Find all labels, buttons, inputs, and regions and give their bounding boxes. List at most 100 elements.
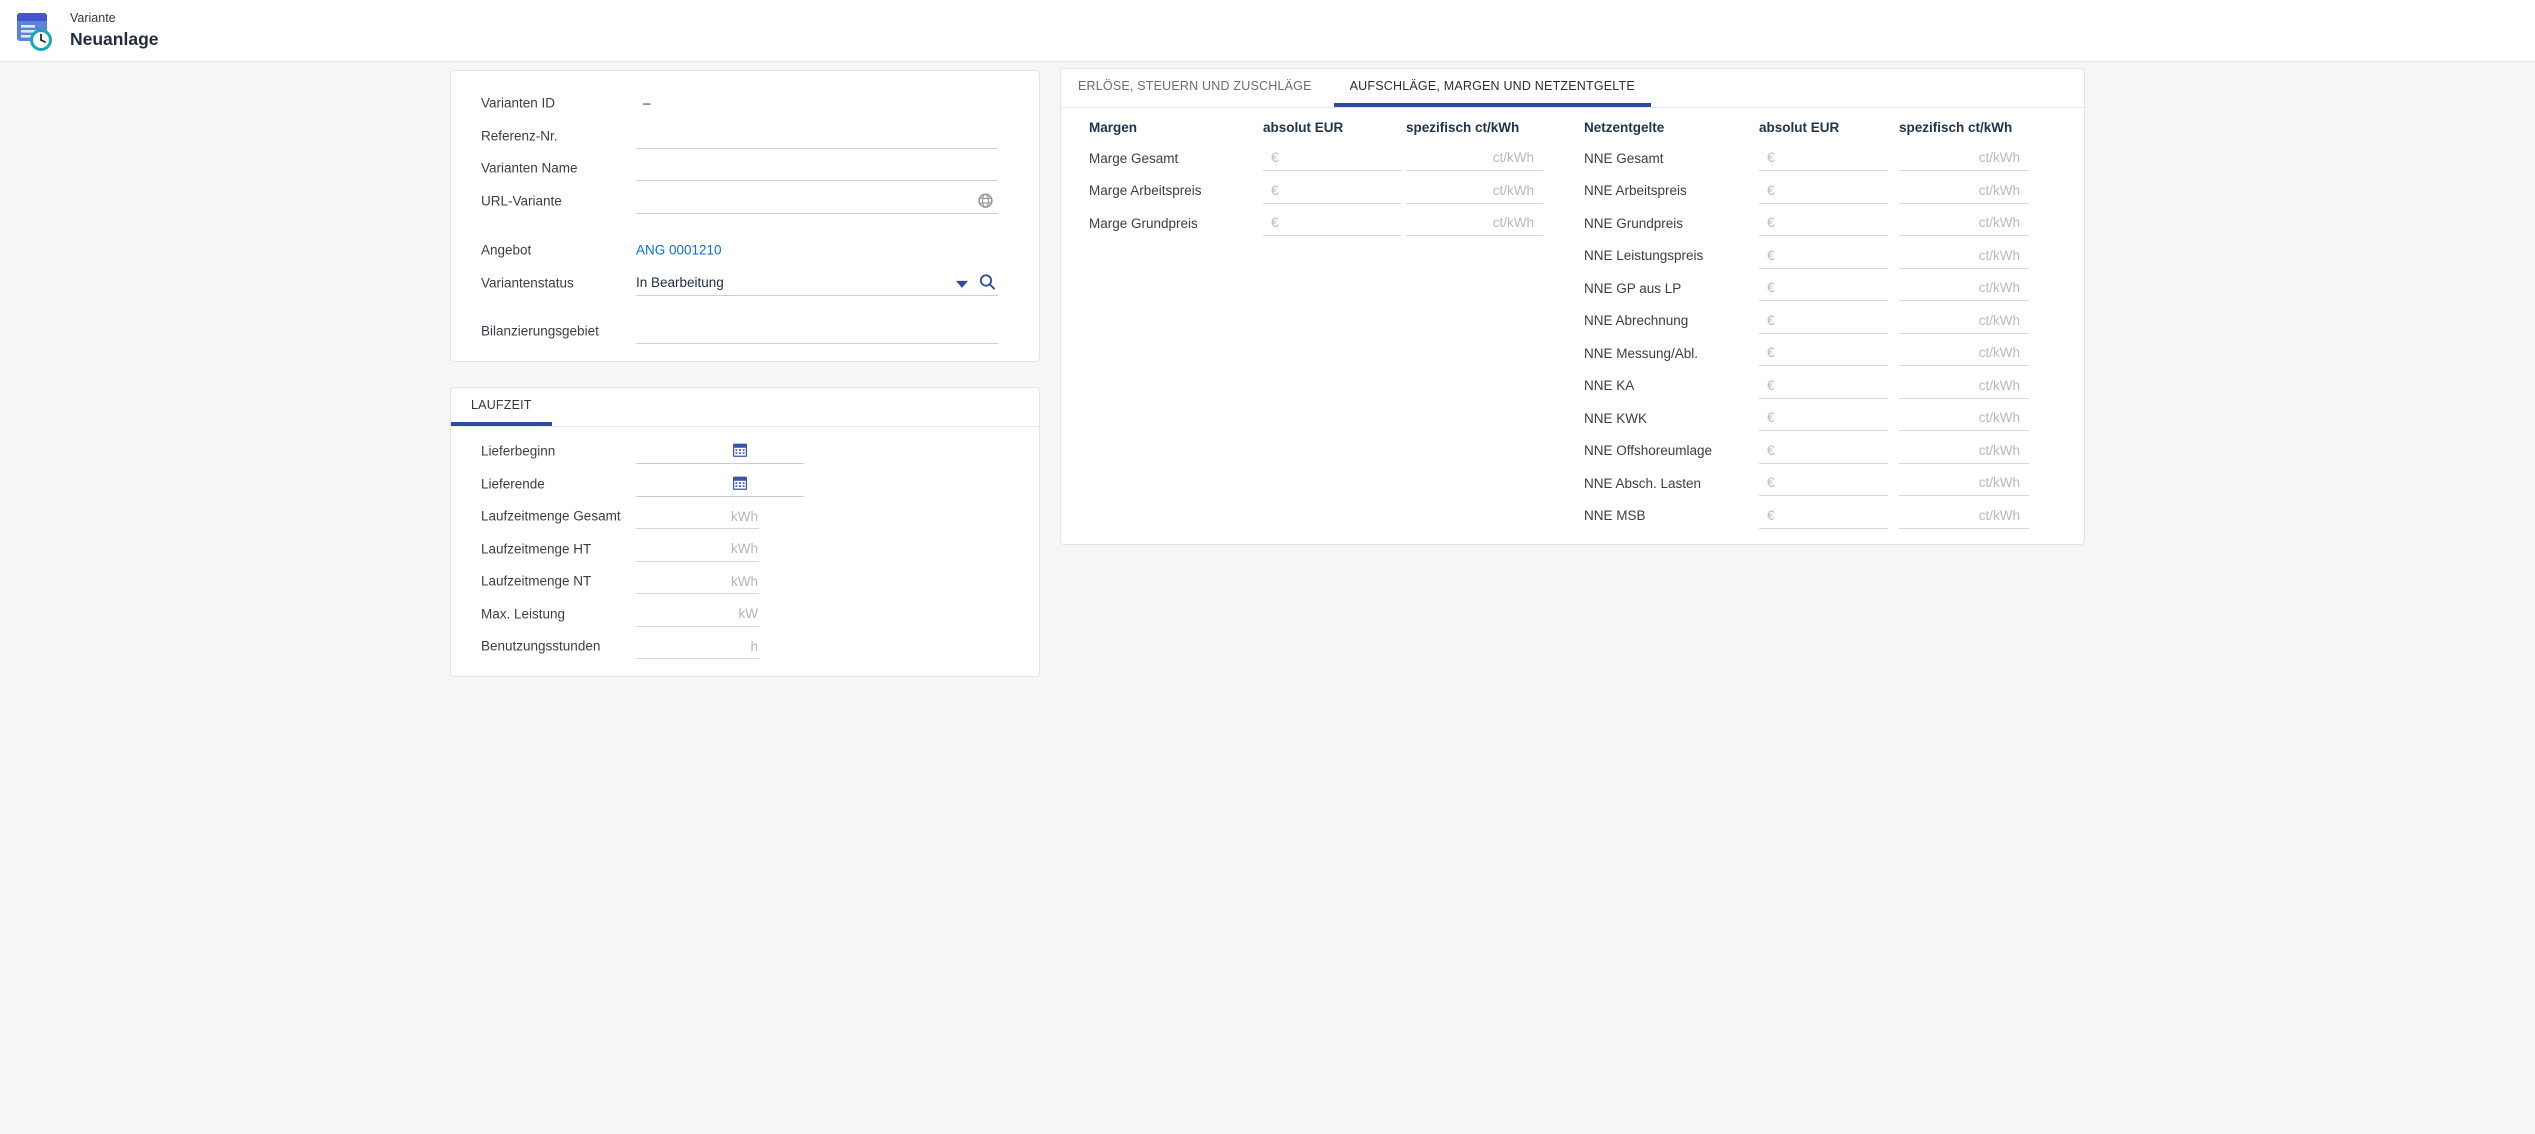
- netzentgelte-absolut-eur-input[interactable]: €: [1759, 210, 1888, 236]
- netzentgelte-spezifisch-input[interactable]: ct/kWh: [1899, 340, 2029, 366]
- netzentgelte-absolut-eur-input[interactable]: €: [1759, 340, 1888, 366]
- netzentgelte-row-label: NNE Abrechnung: [1584, 313, 1748, 328]
- margen-rows: Marge Gesamt € ct/kWh Marge Arbeitspreis…: [1089, 142, 1543, 240]
- variantenstatus-label: Variantenstatus: [481, 275, 574, 290]
- ctkwh-placeholder: ct/kWh: [1979, 280, 2020, 295]
- netzentgelte-spezifisch-input[interactable]: ct/kWh: [1899, 145, 2029, 171]
- benutzungsstunden-label: Benutzungsstunden: [481, 639, 600, 654]
- netzentgelte-absolut-eur-input[interactable]: €: [1759, 275, 1888, 301]
- netzentgelte-row: NNE Arbeitspreis € ct/kWh: [1584, 175, 2029, 208]
- laufzeitmenge-nt-input[interactable]: kWh: [636, 569, 759, 594]
- netzentgelte-row-label: NNE MSB: [1584, 508, 1748, 523]
- dropdown-arrow-icon[interactable]: [956, 281, 968, 288]
- bilanzierungsgebiet-input[interactable]: [636, 319, 998, 344]
- netzentgelte-row-label: NNE Leistungspreis: [1584, 248, 1748, 263]
- netzentgelte-spezifisch-input[interactable]: ct/kWh: [1899, 373, 2029, 399]
- netzentgelte-row-label: NNE Messung/Abl.: [1584, 346, 1748, 361]
- tab-erloese-steuern-zuschlaege[interactable]: ERLÖSE, STEUERN UND ZUSCHLÄGE: [1062, 69, 1328, 107]
- netzentgelte-spezifisch-input[interactable]: ct/kWh: [1899, 470, 2029, 496]
- netzentgelte-row-label: NNE KA: [1584, 378, 1748, 393]
- calendar-icon[interactable]: [733, 476, 747, 490]
- angebot-label: Angebot: [481, 243, 531, 258]
- netzentgelte-absolut-eur-input[interactable]: €: [1759, 470, 1888, 496]
- tab-aufschlaege-margen-netzentgelte[interactable]: AUFSCHLÄGE, MARGEN UND NETZENTGELTE: [1334, 69, 1651, 107]
- laufzeitmenge-gesamt-label: Laufzeitmenge Gesamt: [481, 509, 621, 524]
- margen-row-label: Marge Arbeitspreis: [1089, 183, 1258, 198]
- benutzungsstunden-input[interactable]: h: [636, 634, 759, 659]
- variant-clock-icon: [16, 11, 52, 51]
- unit-placeholder: kWh: [731, 574, 759, 589]
- angebot-link[interactable]: ANG 0001210: [636, 243, 722, 258]
- netzentgelte-row: NNE Abrechnung € ct/kWh: [1584, 305, 2029, 338]
- laufzeitmenge-gesamt-input[interactable]: kWh: [636, 504, 759, 529]
- referenz-nr-input[interactable]: [636, 124, 998, 149]
- netzentgelte-spezifisch-input[interactable]: ct/kWh: [1899, 438, 2029, 464]
- netzentgelte-absolut-eur-input[interactable]: €: [1759, 243, 1888, 269]
- calendar-icon[interactable]: [733, 443, 747, 457]
- margen-absolut-eur-input[interactable]: €: [1263, 178, 1401, 204]
- laufzeit-card: LAUFZEIT Lieferbeginn Lieferende: [450, 387, 1040, 677]
- netzentgelte-spezifisch-input[interactable]: ct/kWh: [1899, 308, 2029, 334]
- netzentgelte-absolut-eur-input[interactable]: €: [1759, 178, 1888, 204]
- netzentgelte-spezifisch-input[interactable]: ct/kWh: [1899, 178, 2029, 204]
- eur-placeholder: €: [1767, 150, 1775, 165]
- netzentgelte-spezifisch-input[interactable]: ct/kWh: [1899, 210, 2029, 236]
- netzentgelte-spezifisch-input[interactable]: ct/kWh: [1899, 503, 2029, 529]
- form-row-laufzeitmenge-nt: Laufzeitmenge NT kWh: [451, 565, 1039, 598]
- ctkwh-placeholder: ct/kWh: [1979, 150, 2020, 165]
- margen-absolut-eur-input[interactable]: €: [1263, 210, 1401, 236]
- netzentgelte-absolut-eur-input[interactable]: €: [1759, 503, 1888, 529]
- max-leistung-label: Max. Leistung: [481, 606, 565, 621]
- form-row-url-variante: URL-Variante: [451, 185, 1039, 218]
- netzentgelte-absolut-eur-input[interactable]: €: [1759, 308, 1888, 334]
- eur-placeholder: €: [1767, 345, 1775, 360]
- netzentgelte-row: NNE GP aus LP € ct/kWh: [1584, 272, 2029, 305]
- form-row-laufzeitmenge-ht: Laufzeitmenge HT kWh: [451, 533, 1039, 566]
- netzentgelte-row: NNE KWK € ct/kWh: [1584, 402, 2029, 435]
- laufzeitmenge-ht-input[interactable]: kWh: [636, 537, 759, 562]
- variantenstatus-select[interactable]: In Bearbeitung: [636, 271, 998, 296]
- max-leistung-input[interactable]: kW: [636, 602, 759, 627]
- netzentgelte-absolut-eur-input[interactable]: €: [1759, 405, 1888, 431]
- lieferbeginn-input[interactable]: [636, 439, 804, 464]
- ctkwh-placeholder: ct/kWh: [1979, 248, 2020, 263]
- margen-spezifisch-input[interactable]: ct/kWh: [1406, 178, 1543, 204]
- value-help-search-icon[interactable]: [979, 273, 996, 290]
- netzentgelte-row: NNE KA € ct/kWh: [1584, 370, 2029, 403]
- netzentgelte-row: NNE Gesamt € ct/kWh: [1584, 142, 2029, 175]
- eur-placeholder: €: [1271, 150, 1279, 165]
- ctkwh-placeholder: ct/kWh: [1979, 508, 2020, 523]
- netzentgelte-row: NNE Grundpreis € ct/kWh: [1584, 207, 2029, 240]
- netzentgelte-spezifisch-input[interactable]: ct/kWh: [1899, 275, 2029, 301]
- eur-placeholder: €: [1767, 280, 1775, 295]
- margen-group: Margen absolut EUR spezifisch ct/kWh Mar…: [1089, 112, 1543, 532]
- unit-placeholder: h: [750, 639, 759, 654]
- lieferende-input[interactable]: [636, 472, 804, 497]
- form-row-max-leistung: Max. Leistung kW: [451, 598, 1039, 631]
- varianten-id-value: –: [636, 96, 651, 111]
- margen-spezifisch-input[interactable]: ct/kWh: [1406, 210, 1543, 236]
- netzentgelte-absolut-eur-input[interactable]: €: [1759, 373, 1888, 399]
- netzentgelte-spezifisch-input[interactable]: ct/kWh: [1899, 405, 2029, 431]
- laufzeit-tabstrip: LAUFZEIT: [451, 388, 1039, 427]
- app-label: Variante: [70, 11, 159, 26]
- netzentgelte-absolut-eur-input[interactable]: €: [1759, 438, 1888, 464]
- varianten-name-input[interactable]: [636, 156, 998, 181]
- netzentgelte-spezifisch-input[interactable]: ct/kWh: [1899, 243, 2029, 269]
- margen-spezifisch-input[interactable]: ct/kWh: [1406, 145, 1543, 171]
- url-variante-input[interactable]: [636, 189, 998, 214]
- netzentgelte-column-header: Netzentgelte: [1584, 120, 1748, 135]
- variant-form-card: Varianten ID – Referenz-Nr. Varianten Na…: [450, 70, 1040, 362]
- lieferende-label: Lieferende: [481, 476, 545, 491]
- tab-laufzeit[interactable]: LAUFZEIT: [451, 388, 552, 426]
- netzentgelte-row-label: NNE Grundpreis: [1584, 216, 1748, 231]
- form-row-lieferbeginn: Lieferbeginn: [451, 435, 1039, 468]
- ctkwh-placeholder: ct/kWh: [1979, 378, 2020, 393]
- netzentgelte-absolut-eur-input[interactable]: €: [1759, 145, 1888, 171]
- form-row-referenz-nr: Referenz-Nr.: [451, 120, 1039, 153]
- margen-absolut-eur-input[interactable]: €: [1263, 145, 1401, 171]
- eur-placeholder: €: [1767, 443, 1775, 458]
- netzentgelte-row: NNE Leistungspreis € ct/kWh: [1584, 240, 2029, 273]
- margen-row-label: Marge Grundpreis: [1089, 216, 1258, 231]
- form-row-lieferende: Lieferende: [451, 468, 1039, 501]
